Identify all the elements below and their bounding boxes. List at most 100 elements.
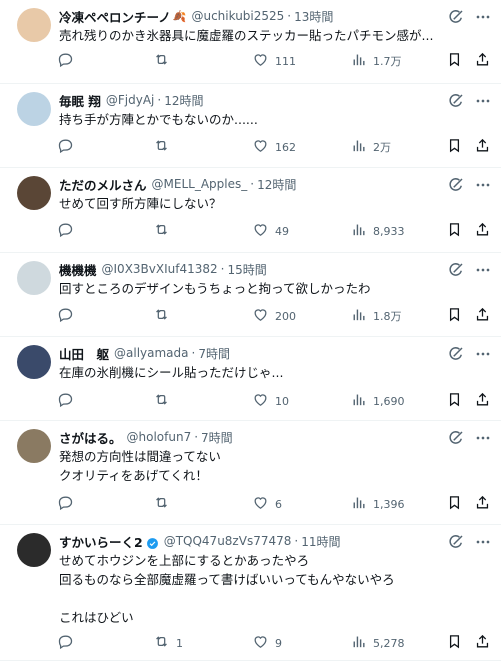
more-icon[interactable] xyxy=(473,344,493,364)
timestamp[interactable]: 7時間 xyxy=(201,429,233,446)
more-icon[interactable] xyxy=(473,175,493,195)
bookmark-button[interactable] xyxy=(446,51,463,71)
display-name[interactable]: 機機機 xyxy=(59,260,97,278)
bookmark-button[interactable] xyxy=(446,137,463,157)
retweet-button[interactable] xyxy=(153,221,170,241)
share-button[interactable] xyxy=(474,306,491,326)
timestamp[interactable]: 12時間 xyxy=(164,92,203,109)
like-button[interactable]: 10 xyxy=(252,391,289,411)
tweet-actions: 10 1,690 xyxy=(0,391,501,411)
tweet[interactable]: 山田 躯 @allyamada · 7時間 在庫の氷削機にシール貼っただけじゃ... 10… xyxy=(0,337,501,421)
tweet[interactable]: ただのメルさん @MELL_Apples_ · 12時間 せめて回す所方陣にしない？ 49… xyxy=(0,168,501,253)
reply-button[interactable] xyxy=(57,306,74,326)
user-handle[interactable]: @allyamada xyxy=(114,346,189,360)
retweet-button[interactable] xyxy=(153,494,170,514)
views-button[interactable]: 2万 xyxy=(350,137,391,157)
tweet-text-line: クオリティをあげてくれ！ xyxy=(59,468,208,483)
views-button[interactable]: 1,690 xyxy=(350,391,405,411)
timestamp[interactable]: 11時間 xyxy=(301,533,340,550)
like-button[interactable]: 111 xyxy=(252,51,296,71)
user-handle[interactable]: @uchikubi2525 xyxy=(191,9,284,23)
separator-dot: · xyxy=(220,262,225,276)
user-handle[interactable]: @TQQ47u8zVs77478 xyxy=(164,534,292,548)
share-button[interactable] xyxy=(474,51,491,71)
retweet-button[interactable] xyxy=(153,391,170,411)
bookmark-button[interactable] xyxy=(446,633,463,653)
tweet[interactable]: 機機機 @I0X3BvXIuf41382 · 15時間 回すところのデザインもうちょっと… xyxy=(0,253,501,337)
display-name[interactable]: 冷凍ペペロンチーノ xyxy=(59,7,171,25)
reply-button[interactable] xyxy=(57,51,74,71)
grok-icon[interactable] xyxy=(447,176,465,194)
user-handle[interactable]: @MELL_Apples_ xyxy=(152,177,248,191)
avatar[interactable] xyxy=(17,261,51,295)
views-button[interactable]: 8,933 xyxy=(350,221,405,241)
avatar[interactable] xyxy=(17,533,51,567)
timestamp[interactable]: 15時間 xyxy=(227,261,266,278)
grok-icon[interactable] xyxy=(447,345,465,363)
grok-icon[interactable] xyxy=(447,533,465,551)
share-button[interactable] xyxy=(474,633,491,653)
tweet[interactable]: 冷凍ペペロンチーノ 🍂 @uchikubi2525 · 13時間 売れ残りのかき氷器具に魔… xyxy=(0,0,501,84)
like-button[interactable]: 6 xyxy=(252,494,282,514)
grok-icon[interactable] xyxy=(447,261,465,279)
bookmark-button[interactable] xyxy=(446,306,463,326)
views-button[interactable]: 1.8万 xyxy=(350,306,402,326)
bookmark-button[interactable] xyxy=(446,391,463,411)
tweet-text-line: せめて回す所方陣にしない？ xyxy=(59,196,222,211)
reply-button[interactable] xyxy=(57,137,74,157)
like-button[interactable]: 162 xyxy=(252,137,296,157)
views-button[interactable]: 5,278 xyxy=(350,633,405,653)
views-icon xyxy=(350,51,367,71)
reply-button[interactable] xyxy=(57,633,74,653)
tweet[interactable]: すかいらーく2 @TQQ47u8zVs77478 · 11時間 せめてホウジンを上部にす… xyxy=(0,525,501,661)
like-button[interactable]: 9 xyxy=(252,633,282,653)
avatar[interactable] xyxy=(17,345,51,379)
avatar[interactable] xyxy=(17,176,51,210)
bookmark-button[interactable] xyxy=(446,494,463,514)
display-name[interactable]: ただのメルさん xyxy=(59,175,147,193)
grok-icon[interactable] xyxy=(447,429,465,447)
timestamp[interactable]: 12時間 xyxy=(257,176,296,193)
display-name[interactable]: 山田 躯 xyxy=(59,344,109,362)
share-button[interactable] xyxy=(474,391,491,411)
more-icon[interactable] xyxy=(473,428,493,448)
views-button[interactable]: 1.7万 xyxy=(350,51,402,71)
user-handle[interactable]: @I0X3BvXIuf41382 xyxy=(102,262,218,276)
more-icon[interactable] xyxy=(473,532,493,552)
timestamp[interactable]: 7時間 xyxy=(198,345,230,362)
reply-button[interactable] xyxy=(57,221,74,241)
more-icon[interactable] xyxy=(473,260,493,280)
retweet-button[interactable] xyxy=(153,137,170,157)
views-icon xyxy=(350,137,367,157)
avatar[interactable] xyxy=(17,92,51,126)
reply-button[interactable] xyxy=(57,494,74,514)
bookmark-button[interactable] xyxy=(446,221,463,241)
display-name[interactable]: さがはる。 xyxy=(59,428,122,446)
timestamp[interactable]: 13時間 xyxy=(294,8,333,25)
share-button[interactable] xyxy=(474,137,491,157)
user-handle[interactable]: @holofun7 xyxy=(127,430,192,444)
like-button[interactable]: 200 xyxy=(252,306,296,326)
views-button[interactable]: 1,396 xyxy=(350,494,405,514)
tweet[interactable]: さがはる。 @holofun7 · 7時間 発想の方向性は間違ってない クオリティをあげて… xyxy=(0,421,501,525)
reply-icon xyxy=(57,221,74,241)
reply-button[interactable] xyxy=(57,391,74,411)
display-name[interactable]: 毎眠 翔 xyxy=(59,91,101,109)
grok-icon[interactable] xyxy=(447,92,465,110)
avatar[interactable] xyxy=(17,8,51,42)
more-icon[interactable] xyxy=(473,7,493,27)
tweet[interactable]: 毎眠 翔 @FjdyAj · 12時間 持ち手が方陣とかでもないのか...... 162 2… xyxy=(0,84,501,168)
share-button[interactable] xyxy=(474,494,491,514)
retweet-icon xyxy=(153,306,170,326)
like-button[interactable]: 49 xyxy=(252,221,289,241)
user-handle[interactable]: @FjdyAj xyxy=(106,93,155,107)
retweet-button[interactable] xyxy=(153,306,170,326)
display-name[interactable]: すかいらーく2 xyxy=(59,532,143,550)
more-icon[interactable] xyxy=(473,91,493,111)
retweet-button[interactable]: 1 xyxy=(153,633,183,653)
grok-icon[interactable] xyxy=(447,8,465,26)
retweet-button[interactable] xyxy=(153,51,170,71)
avatar[interactable] xyxy=(17,429,51,463)
share-button[interactable] xyxy=(474,221,491,241)
heart-icon xyxy=(252,221,269,241)
